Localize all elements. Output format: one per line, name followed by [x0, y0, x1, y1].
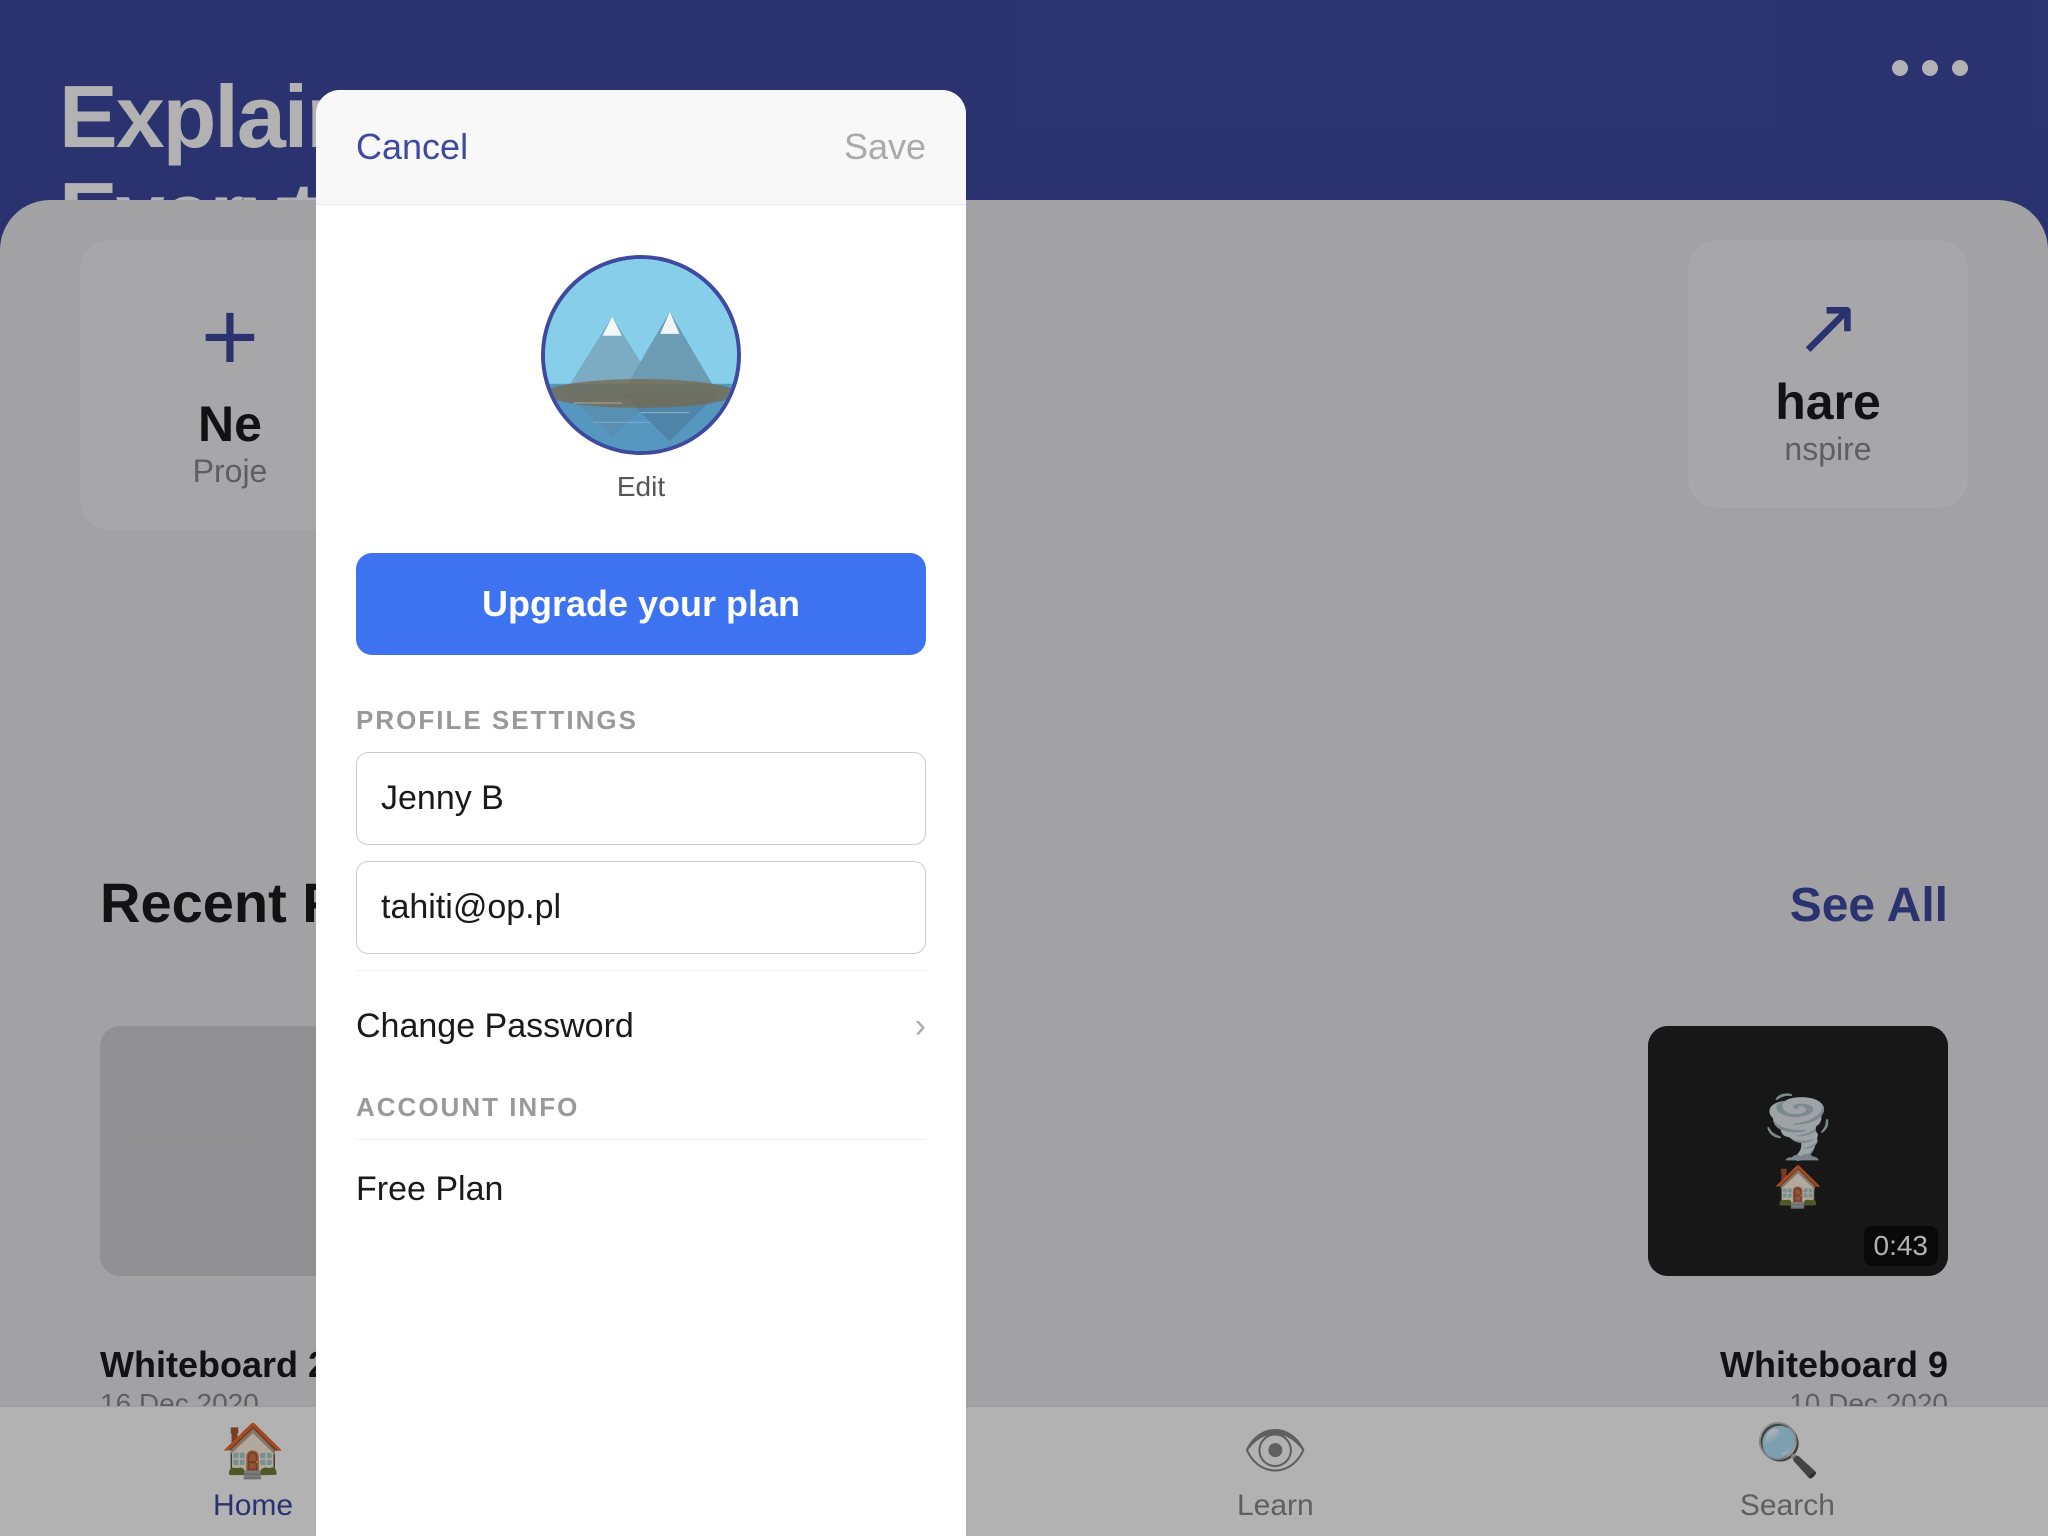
chevron-right-icon: › [915, 1007, 926, 1046]
account-info-section: ACCOUNT INFO Free Plan [356, 1092, 926, 1239]
profile-modal: Cancel Save [316, 90, 966, 1536]
cancel-button[interactable]: Cancel [356, 126, 468, 168]
change-password-row[interactable]: Change Password › [356, 970, 926, 1082]
avatar-container[interactable] [541, 255, 741, 455]
modal-header: Cancel Save [316, 90, 966, 205]
avatar-edit-label[interactable]: Edit [617, 471, 665, 503]
plan-label: Free Plan [356, 1139, 926, 1239]
modal-body: Edit Upgrade your plan PROFILE SETTINGS … [316, 205, 966, 1536]
account-info-header: ACCOUNT INFO [356, 1092, 926, 1123]
avatar-section: Edit [356, 205, 926, 543]
profile-settings-header: PROFILE SETTINGS [356, 705, 926, 736]
upgrade-plan-button[interactable]: Upgrade your plan [356, 553, 926, 655]
change-password-label: Change Password [356, 1007, 634, 1046]
save-button[interactable]: Save [844, 126, 926, 168]
name-input[interactable] [356, 752, 926, 845]
email-input[interactable] [356, 861, 926, 954]
mountain-svg [545, 259, 737, 451]
modal-overlay: Cancel Save [0, 0, 2048, 1536]
avatar [541, 255, 741, 455]
